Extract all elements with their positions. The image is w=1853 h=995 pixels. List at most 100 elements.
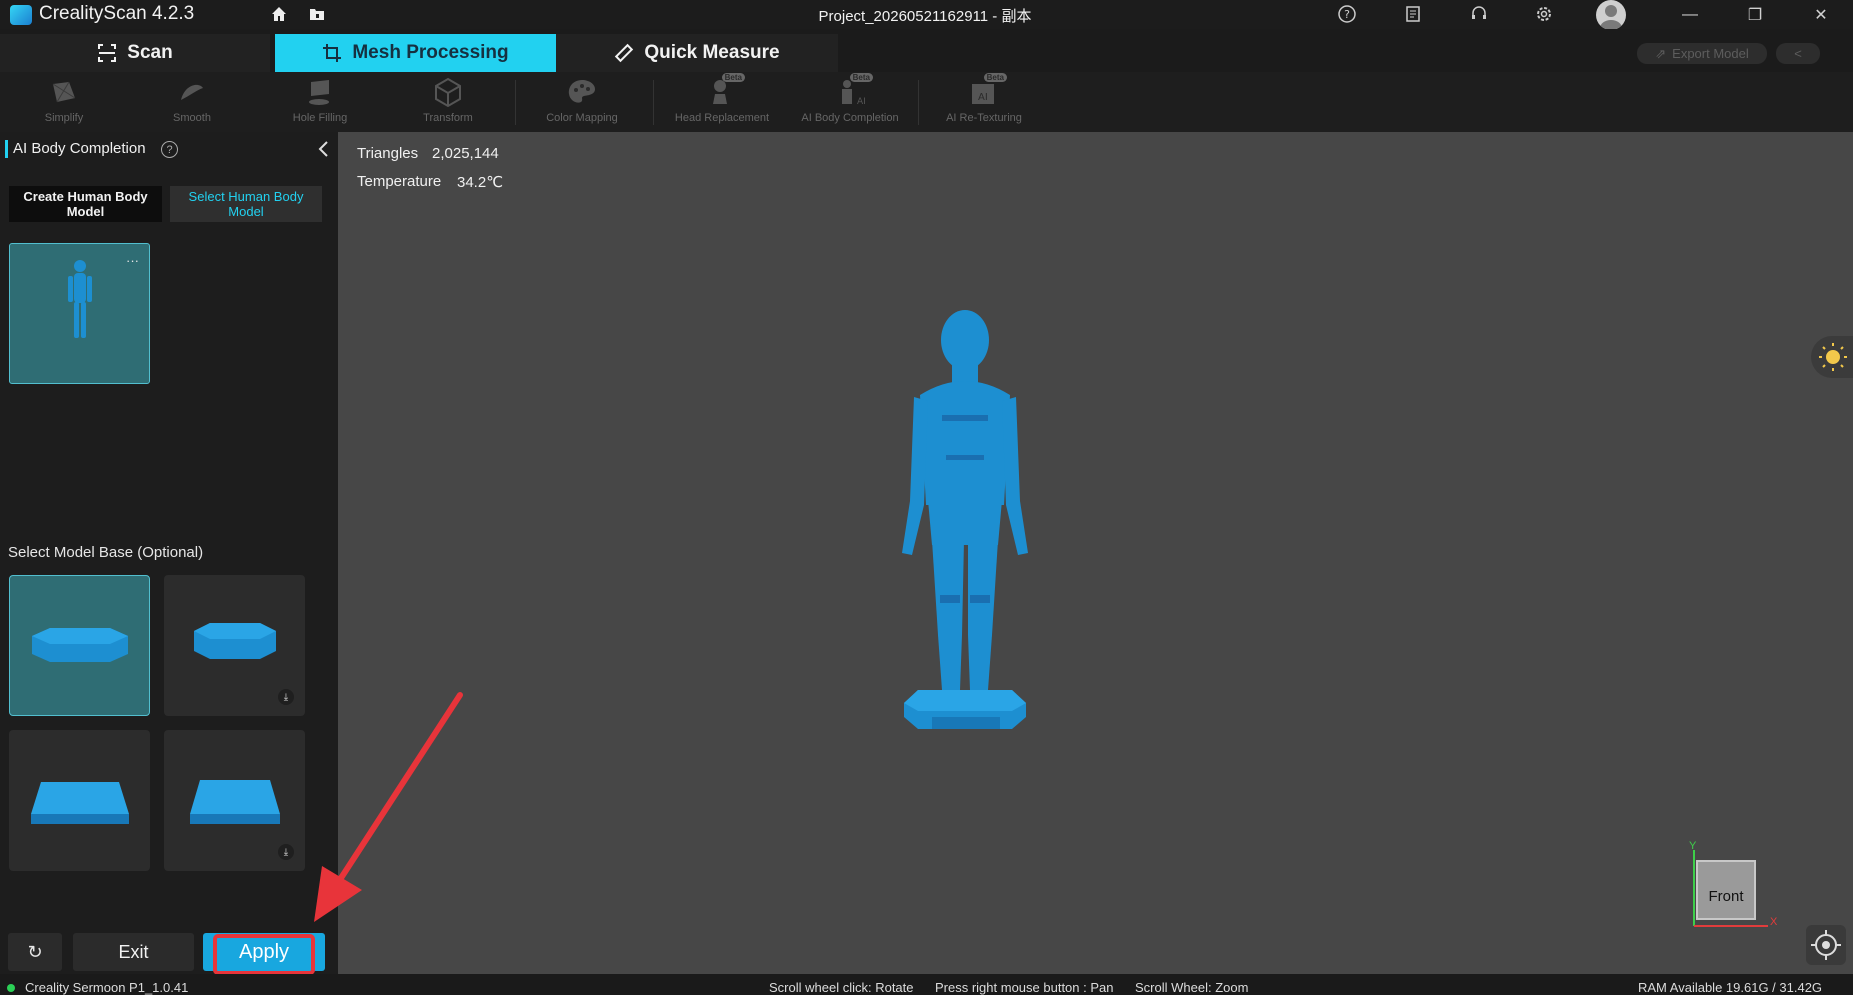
user-avatar[interactable] — [1596, 0, 1626, 30]
ai-body-icon: AI Beta — [833, 73, 873, 108]
hole-filling-icon — [309, 80, 329, 105]
square-base-thumbnail — [31, 782, 129, 824]
octagon-base-thumbnail — [32, 628, 128, 662]
toolbar-divider — [918, 80, 919, 125]
svg-text:AI: AI — [978, 92, 988, 103]
tool-ai-re-texturing-label: AI Re-Texturing — [946, 112, 1022, 124]
share-icon: < — [1794, 46, 1802, 61]
select-human-body-model-tab[interactable]: Select Human Body Model — [170, 186, 322, 222]
hint-zoom: Scroll Wheel: Zoom — [1135, 980, 1249, 995]
tool-smooth[interactable]: Smooth — [128, 76, 256, 130]
toolbar-divider — [653, 80, 654, 125]
simplify-icon — [52, 81, 76, 103]
minimize-icon[interactable]: — — [1668, 0, 1712, 29]
tab-mesh-processing[interactable]: Mesh Processing — [275, 34, 556, 72]
base-option-octagon-tall[interactable]: ⤓ — [164, 575, 305, 716]
reset-view-button[interactable] — [1806, 925, 1846, 965]
close-icon[interactable]: ✕ — [1799, 0, 1843, 29]
tab-quick-measure[interactable]: Quick Measure — [556, 34, 838, 72]
view-cube-front-label: Front — [1708, 888, 1744, 905]
restore-icon[interactable]: ❐ — [1733, 0, 1777, 29]
folder-icon[interactable] — [308, 5, 326, 23]
tool-hole-filling[interactable]: Hole Filling — [256, 76, 384, 130]
notes-icon[interactable] — [1403, 4, 1423, 24]
collapse-panel-icon[interactable] — [316, 140, 330, 158]
export-icon: ⇗ — [1655, 45, 1667, 61]
app-logo-icon — [10, 5, 32, 25]
create-human-body-model-tab[interactable]: Create Human Body Model — [9, 186, 162, 222]
hint-pan: Press right mouse button : Pan — [935, 980, 1114, 995]
export-model-label: Export Model — [1672, 46, 1749, 61]
export-model-button[interactable]: ⇗ Export Model — [1637, 43, 1767, 64]
model-more-menu-icon[interactable]: ··· — [126, 253, 139, 268]
base-option-square-low[interactable] — [9, 730, 150, 871]
tab-scan-label: Scan — [127, 42, 173, 63]
status-bar — [0, 974, 1853, 995]
scan-icon — [98, 44, 117, 62]
beta-badge: Beta — [721, 73, 745, 82]
exit-button[interactable]: Exit — [73, 933, 194, 971]
download-icon[interactable]: ⤓ — [278, 844, 294, 860]
triangles-label: Triangles — [357, 145, 419, 162]
tool-color-mapping-label: Color Mapping — [546, 112, 618, 124]
temperature-label: Temperature — [357, 173, 442, 190]
tool-simplify[interactable]: Simplify — [0, 76, 128, 130]
svg-text:AI: AI — [857, 97, 866, 107]
annotation-arrow — [314, 692, 463, 922]
app-title: CrealityScan 4.2.3 — [39, 3, 195, 24]
ram-status: RAM Available 19.61G / 31.42G — [1638, 980, 1823, 995]
tool-transform[interactable]: Transform — [384, 76, 512, 130]
tool-ai-body-completion[interactable]: AI Beta AI Body Completion — [786, 73, 914, 130]
sun-icon — [1819, 343, 1847, 371]
target-icon — [1811, 930, 1841, 960]
smooth-icon — [181, 84, 203, 100]
home-icon[interactable] — [270, 5, 288, 23]
tool-transform-label: Transform — [423, 112, 473, 124]
beta-badge: Beta — [849, 73, 873, 82]
tab-scan[interactable]: Scan — [0, 34, 270, 72]
tab-mesh-processing-label: Mesh Processing — [352, 42, 509, 63]
tool-smooth-label: Smooth — [173, 112, 211, 124]
mesh-crop-icon — [323, 44, 342, 62]
tool-ai-body-completion-label: AI Body Completion — [801, 112, 899, 124]
3d-viewport[interactable] — [338, 132, 1853, 974]
ruler-icon — [615, 43, 634, 63]
tool-hole-filling-label: Hole Filling — [292, 112, 348, 124]
tool-color-mapping[interactable]: Color Mapping — [518, 76, 646, 130]
panel-title: AI Body Completion — [13, 140, 146, 157]
headset-support-icon[interactable] — [1469, 4, 1489, 24]
transform-icon — [435, 77, 461, 108]
tool-head-replacement[interactable]: Beta Head Replacement — [658, 73, 786, 130]
reset-button[interactable]: ↻ — [8, 933, 62, 971]
project-title: Project_20260521162911 - 副本 — [818, 8, 1032, 25]
tool-ai-re-texturing[interactable]: AI Beta AI Re-Texturing — [920, 73, 1048, 130]
palette-icon — [568, 80, 595, 103]
model-base-heading: Select Model Base (Optional) — [8, 544, 204, 561]
panel-title-accent — [5, 140, 8, 158]
tool-head-replacement-label: Head Replacement — [674, 112, 770, 124]
help-circle-icon[interactable]: ? — [1337, 4, 1357, 24]
head-replacement-icon: Beta — [705, 73, 745, 108]
lighting-button[interactable] — [1811, 336, 1853, 378]
axis-y-label: Y — [1689, 840, 1697, 852]
connection-status-icon — [7, 984, 15, 992]
beta-badge: Beta — [983, 73, 1007, 82]
svg-text:?: ? — [1344, 8, 1350, 21]
base-option-square-tall[interactable]: ⤓ — [164, 730, 305, 871]
temperature-value: 34.2℃ — [457, 174, 504, 191]
ai-retexture-icon: AI Beta — [967, 73, 1007, 108]
base-option-octagon-low[interactable] — [9, 575, 150, 716]
hint-rotate: Scroll wheel click: Rotate — [769, 980, 914, 995]
triangles-value: 2,025,144 — [432, 145, 499, 162]
human-body-model[interactable] — [880, 305, 1040, 745]
tab-quick-measure-label: Quick Measure — [644, 42, 780, 63]
download-icon[interactable]: ⤓ — [278, 689, 294, 705]
toolbar-divider — [515, 80, 516, 125]
panel-help-icon[interactable]: ? — [161, 141, 178, 158]
axis-x-label: X — [1770, 916, 1778, 928]
apply-highlight-box — [213, 934, 315, 975]
gear-icon[interactable] — [1534, 4, 1554, 24]
refresh-icon: ↻ — [27, 941, 43, 962]
device-status: Creality Sermoon P1_1.0.41 — [25, 980, 189, 995]
share-button[interactable]: < — [1776, 43, 1820, 64]
